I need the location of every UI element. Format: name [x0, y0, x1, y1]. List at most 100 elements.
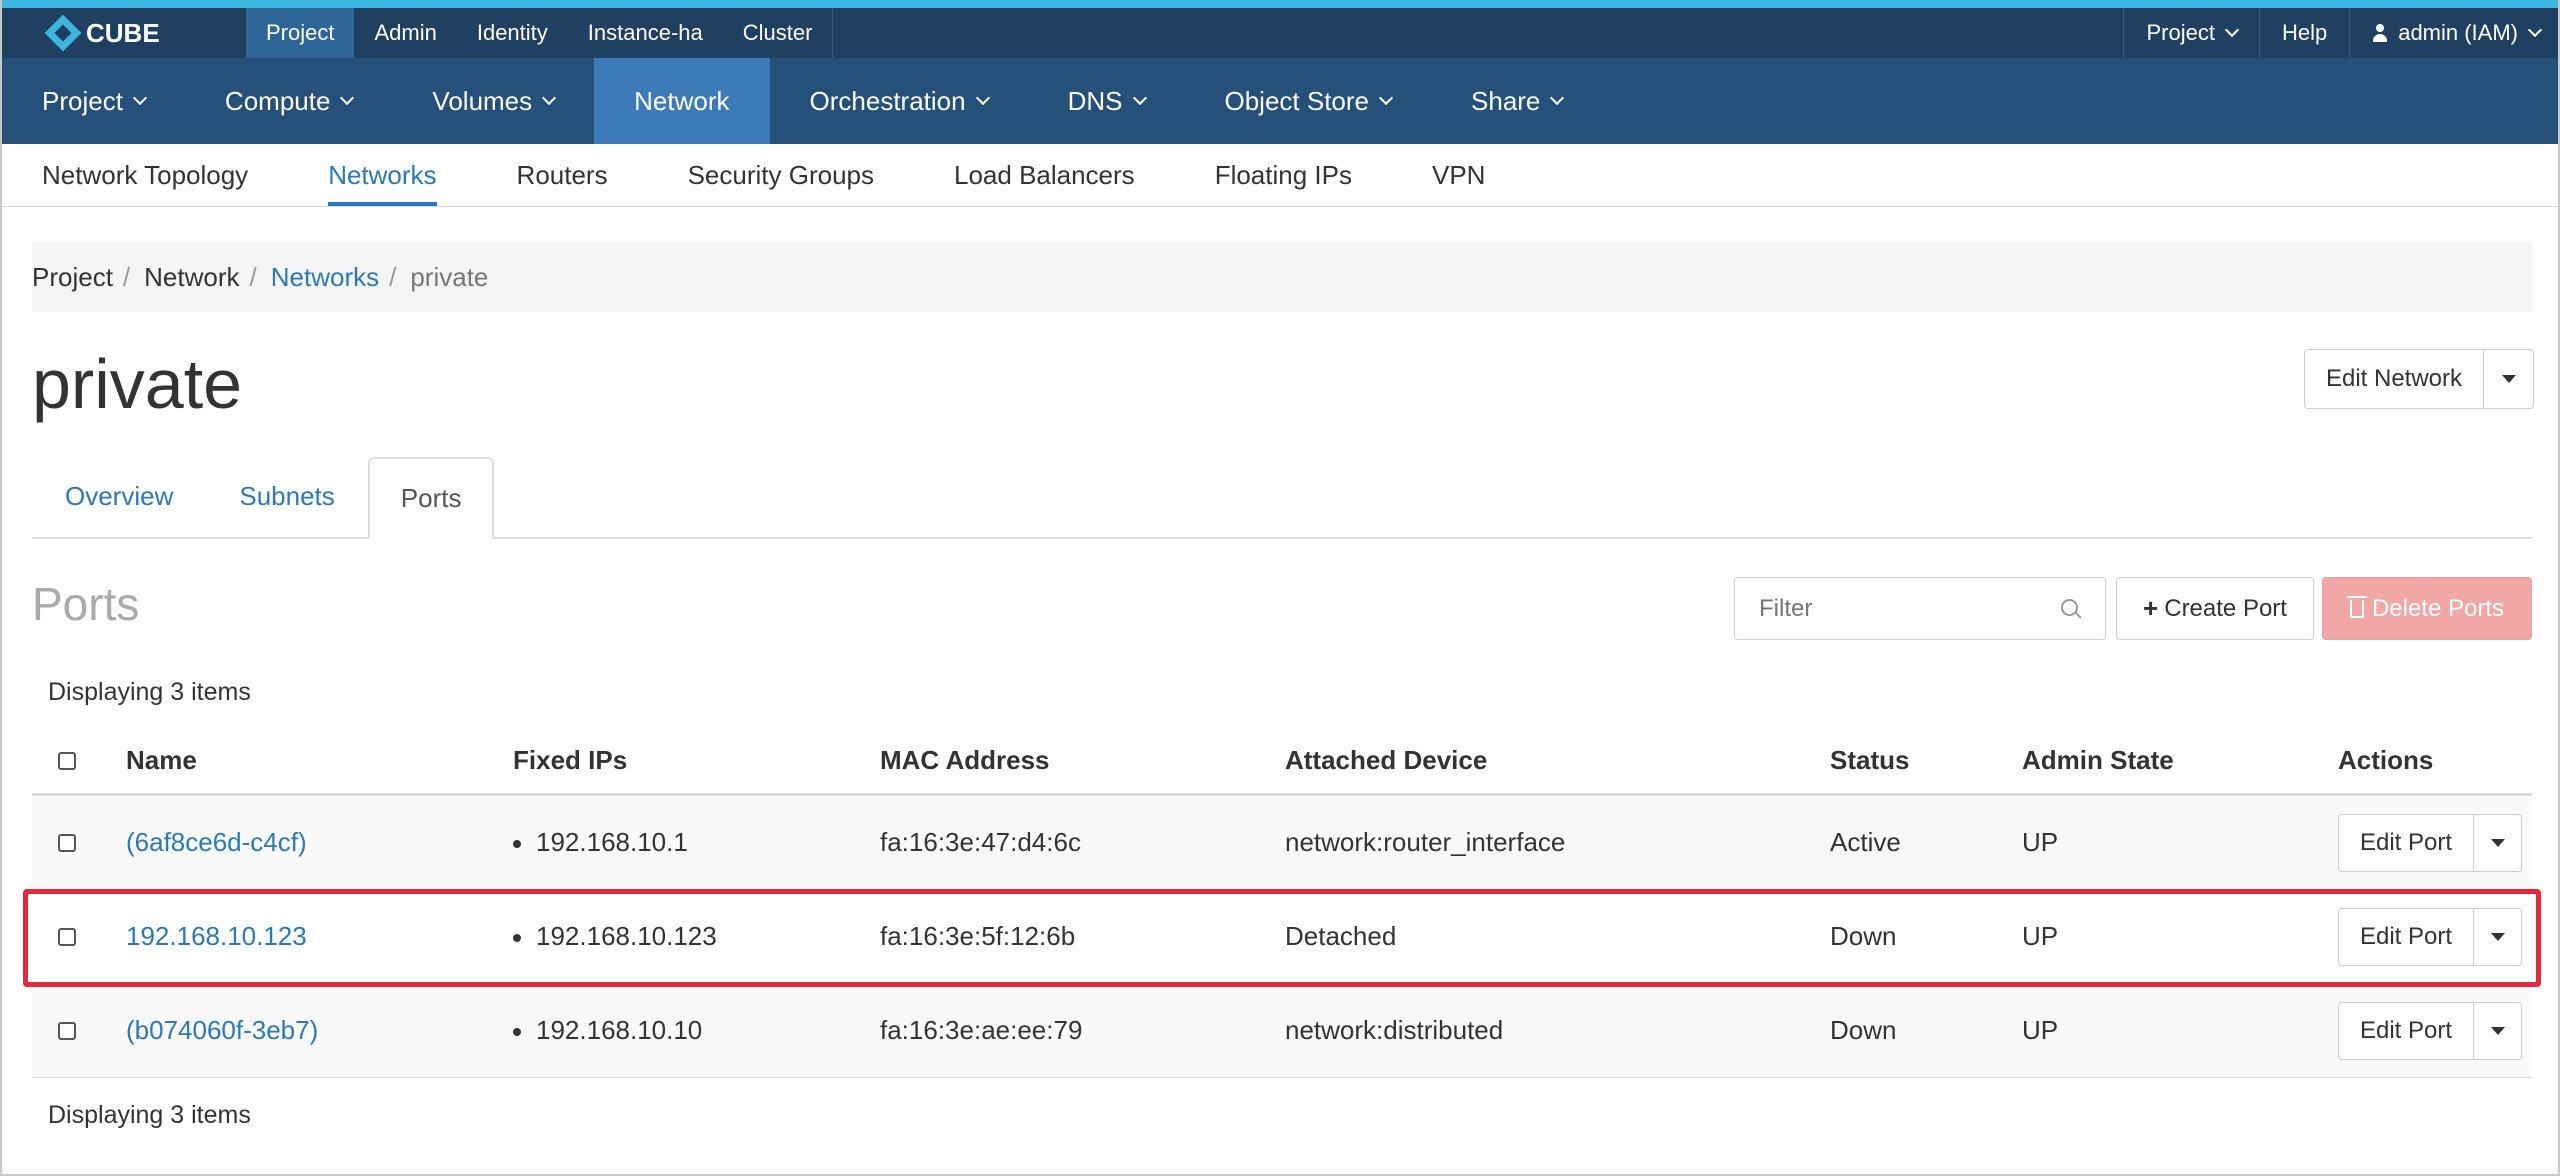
row-checkbox[interactable] — [58, 1021, 76, 1040]
breadcrumb: Project / Network / Networks / private — [32, 242, 2532, 312]
mainnav-orchestration[interactable]: Orchestration — [770, 58, 1028, 144]
admin-state: UP — [2022, 827, 2059, 857]
breadcrumb-project: Project — [32, 261, 113, 292]
port-name-cell: 192.168.10.123 — [126, 921, 513, 952]
mac-address: fa:16:3e:5f:12:6b — [880, 921, 1076, 951]
toplink-admin[interactable]: Admin — [354, 8, 456, 58]
subnav-load-balancers[interactable]: Load Balancers — [954, 144, 1135, 206]
subnav-routers[interactable]: Routers — [517, 144, 608, 206]
port-name-cell: (6af8ce6d-c4cf) — [126, 827, 513, 858]
ports-table: Name Fixed IPs MAC Address Attached Devi… — [32, 728, 2532, 1078]
attached-device: Detached — [1285, 921, 1397, 951]
row-actions-dropdown-toggle[interactable] — [2474, 1001, 2522, 1060]
help-link[interactable]: Help — [2258, 8, 2349, 58]
row-actions-dropdown-toggle[interactable] — [2474, 907, 2522, 966]
chevron-down-icon — [2224, 22, 2240, 38]
status: Down — [1830, 1015, 1897, 1045]
column-header-mac-address[interactable]: MAC Address — [880, 745, 1285, 776]
column-header-status[interactable]: Status — [1830, 745, 2022, 776]
page-title: private — [32, 345, 243, 423]
chevron-down-icon — [1378, 90, 1394, 106]
bullet-icon — [513, 1028, 521, 1037]
toplink-identity[interactable]: Identity — [457, 8, 568, 58]
table-header: Name Fixed IPs MAC Address Attached Devi… — [32, 728, 2532, 796]
row-checkbox-cell — [32, 927, 126, 946]
edit-network-dropdown-toggle[interactable] — [2484, 349, 2534, 409]
port-name-link[interactable]: (6af8ce6d-c4cf) — [126, 827, 307, 857]
project-dropdown-label: Project — [2146, 20, 2215, 45]
toplink-project[interactable]: Project — [246, 8, 355, 58]
breadcrumb-networks-link[interactable]: Networks — [271, 262, 379, 293]
select-all-checkbox[interactable] — [58, 751, 76, 770]
logo[interactable]: CUBE — [2, 8, 246, 58]
header-checkbox-cell — [32, 751, 126, 770]
mainnav-label: Object Store — [1224, 85, 1370, 116]
subnav-floating-ips[interactable]: Floating IPs — [1215, 144, 1352, 206]
tab-ports[interactable]: Ports — [367, 457, 495, 539]
user-menu[interactable]: admin (IAM) — [2349, 8, 2558, 58]
app-frame: CUBE Project Admin Identity Instance-ha … — [0, 0, 2560, 1176]
port-name-link[interactable]: 192.168.10.123 — [126, 921, 307, 951]
mainnav-dns[interactable]: DNS — [1028, 58, 1185, 144]
subnav-security-groups[interactable]: Security Groups — [688, 144, 874, 206]
filter-box — [1734, 577, 2106, 640]
breadcrumb-separator: / — [122, 261, 131, 292]
mainnav-volumes[interactable]: Volumes — [392, 58, 594, 144]
trash-icon — [2346, 595, 2367, 618]
column-header-name[interactable]: Name — [126, 745, 513, 776]
row-checkbox[interactable] — [58, 927, 76, 946]
row-actions-dropdown-toggle[interactable] — [2474, 813, 2522, 872]
search-icon[interactable] — [2061, 599, 2081, 619]
create-port-label: Create Port — [2164, 594, 2287, 622]
subnav-network-topology[interactable]: Network Topology — [42, 144, 248, 206]
filter-input[interactable] — [1759, 594, 2059, 623]
chevron-down-icon — [132, 90, 147, 106]
column-header-fixed-ips[interactable]: Fixed IPs — [513, 745, 880, 776]
tab-subnets[interactable]: Subnets — [206, 455, 367, 537]
mainnav-network[interactable]: Network — [594, 58, 770, 144]
sub-nav: Network Topology Networks Routers Securi… — [2, 144, 2558, 207]
chevron-down-icon — [2527, 22, 2543, 38]
port-name-link[interactable]: (b074060f-3eb7) — [126, 1015, 318, 1045]
cube-logo-icon — [44, 14, 82, 52]
mainnav-label: Volumes — [432, 85, 533, 116]
edit-port-button[interactable]: Edit Port — [2338, 813, 2474, 872]
fixed-ip: 192.168.10.10 — [536, 1015, 703, 1045]
attached-device: network:router_interface — [1285, 827, 1566, 857]
mainnav-compute[interactable]: Compute — [185, 58, 393, 144]
caret-down-icon — [2501, 375, 2516, 383]
subnav-networks[interactable]: Networks — [328, 144, 437, 206]
mainnav-label: Network — [634, 85, 730, 116]
mainnav-share[interactable]: Share — [1431, 58, 1602, 144]
admin-state: UP — [2022, 1015, 2059, 1045]
item-count-top: Displaying 3 items — [48, 678, 251, 706]
mainnav-object-store[interactable]: Object Store — [1185, 58, 1432, 144]
column-header-admin-state[interactable]: Admin State — [2022, 745, 2338, 776]
column-header-attached-device[interactable]: Attached Device — [1285, 745, 1830, 776]
edit-network-button[interactable]: Edit Network — [2304, 349, 2484, 409]
create-port-button[interactable]: + Create Port — [2116, 577, 2314, 640]
edit-port-button-group: Edit Port — [2338, 813, 2532, 872]
row-checkbox[interactable] — [58, 833, 76, 852]
mainnav-label: Compute — [224, 85, 331, 116]
actions-cell: Edit Port — [2338, 813, 2532, 872]
subnav-vpn[interactable]: VPN — [1432, 144, 1485, 206]
toplink-instance-ha[interactable]: Instance-ha — [568, 8, 723, 58]
project-dropdown[interactable]: Project — [2123, 8, 2258, 58]
detail-tabs: Overview Subnets Ports — [32, 457, 2532, 539]
item-count-bottom: Displaying 3 items — [48, 1101, 251, 1129]
table-row: 192.168.10.123 192.168.10.123 fa:16:3e:5… — [32, 890, 2532, 984]
mainnav-project[interactable]: Project — [2, 58, 185, 144]
edit-port-button[interactable]: Edit Port — [2338, 1001, 2474, 1060]
caret-down-icon — [2490, 838, 2505, 847]
breadcrumb-current: private — [410, 261, 489, 292]
caret-down-icon — [2490, 1026, 2505, 1035]
tab-overview[interactable]: Overview — [32, 455, 206, 537]
edit-network-button-group: Edit Network — [2304, 349, 2534, 409]
row-checkbox-cell — [32, 833, 126, 852]
delete-ports-button[interactable]: Delete Ports — [2322, 577, 2532, 640]
mac-address: fa:16:3e:47:d4:6c — [880, 827, 1081, 857]
edit-port-button[interactable]: Edit Port — [2338, 907, 2474, 966]
chevron-down-icon — [1550, 90, 1565, 106]
toplink-cluster[interactable]: Cluster — [723, 8, 833, 58]
